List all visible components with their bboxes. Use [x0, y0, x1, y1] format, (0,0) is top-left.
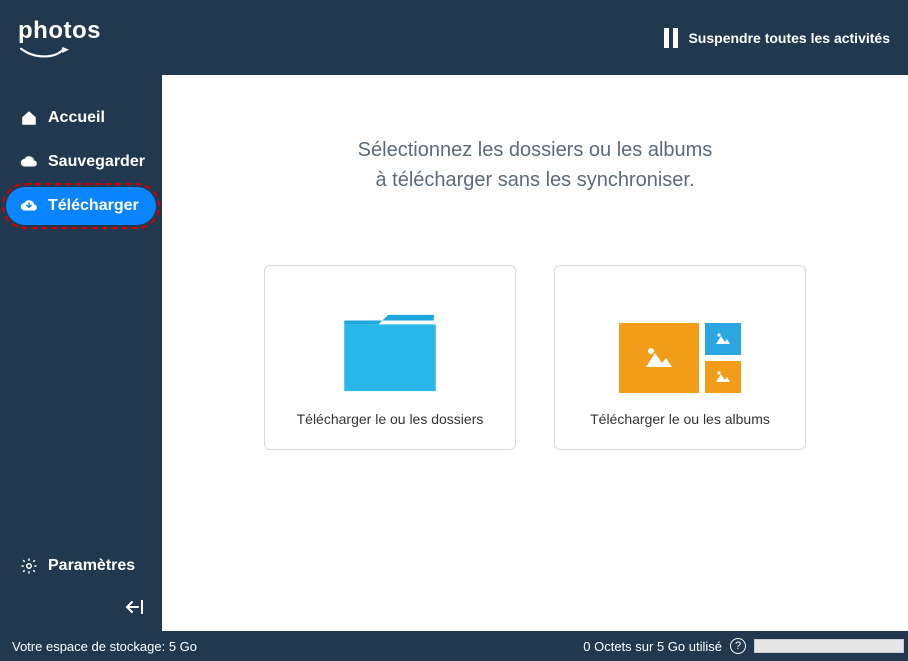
collapse-icon	[126, 599, 148, 615]
storage-text: Votre espace de stockage: 5 Go	[12, 639, 197, 654]
help-icon[interactable]: ?	[730, 638, 746, 654]
usage-text: 0 Octets sur 5 Go utilisé	[583, 639, 722, 654]
albums-icon	[619, 323, 741, 393]
folder-icon	[342, 311, 438, 393]
album-small-blue-icon	[705, 323, 741, 355]
main-row: Accueil Sauvegarder Télécharger	[0, 75, 908, 631]
storage-progress-bar	[754, 639, 904, 653]
card-label: Télécharger le ou les dossiers	[297, 411, 484, 427]
sidebar-item-label: Sauvegarder	[48, 153, 145, 171]
sidebar-item-label: Accueil	[48, 109, 105, 127]
pause-icon	[664, 28, 678, 48]
lead-line-1: Sélectionnez les dossiers ou les albums	[162, 135, 908, 165]
sidebar-item-download[interactable]: Télécharger	[6, 187, 156, 225]
app-header: photos Suspendre toutes les activités	[0, 0, 908, 75]
suspend-label: Suspendre toutes les activités	[688, 30, 890, 46]
sidebar-item-settings[interactable]: Paramètres	[6, 547, 156, 585]
download-albums-card[interactable]: Télécharger le ou les albums	[554, 265, 806, 450]
storage-usage-block: 0 Octets sur 5 Go utilisé ?	[583, 638, 904, 654]
sidebar-item-backup[interactable]: Sauvegarder	[6, 143, 156, 181]
smile-icon	[18, 47, 72, 59]
download-folders-card[interactable]: Télécharger le ou les dossiers	[264, 265, 516, 450]
card-label: Télécharger le ou les albums	[590, 411, 770, 427]
collapse-sidebar-button[interactable]	[0, 595, 162, 631]
logo-text: photos	[18, 17, 101, 45]
sidebar: Accueil Sauvegarder Télécharger	[0, 75, 162, 631]
suspend-activities-button[interactable]: Suspendre toutes les activités	[664, 28, 890, 48]
cloud-download-icon	[20, 197, 38, 215]
cloud-icon	[20, 153, 38, 171]
lead-text: Sélectionnez les dossiers ou les albums …	[162, 135, 908, 195]
sidebar-item-label: Paramètres	[48, 557, 135, 575]
app-logo: photos	[18, 17, 101, 59]
sidebar-item-label: Télécharger	[48, 197, 139, 215]
gear-icon	[20, 557, 38, 575]
sidebar-item-home[interactable]: Accueil	[6, 99, 156, 137]
download-cards: Télécharger le ou les dossiers	[162, 265, 908, 450]
home-icon	[20, 109, 38, 127]
status-bar: Votre espace de stockage: 5 Go 0 Octets …	[0, 631, 908, 661]
album-small-orange-icon	[705, 361, 741, 393]
lead-line-2: à télécharger sans les synchroniser.	[162, 165, 908, 195]
content-area: Sélectionnez les dossiers ou les albums …	[162, 75, 908, 631]
album-large-icon	[619, 323, 699, 393]
sidebar-nav: Accueil Sauvegarder Télécharger	[0, 93, 162, 541]
